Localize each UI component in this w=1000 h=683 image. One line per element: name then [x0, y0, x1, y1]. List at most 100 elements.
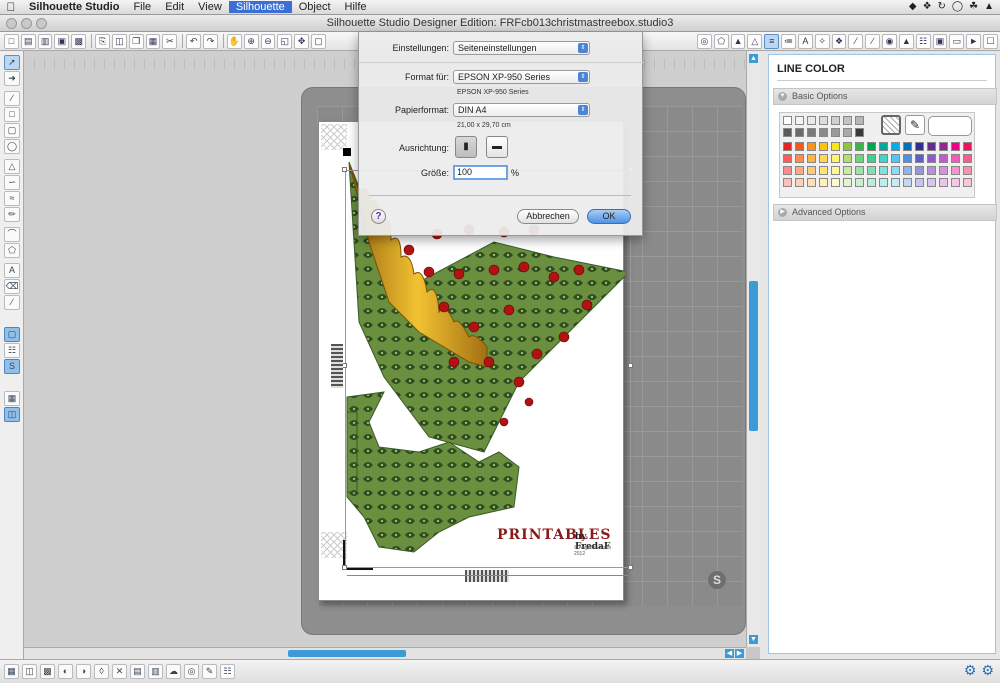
color-swatch[interactable]	[951, 178, 960, 187]
color-swatch[interactable]	[927, 166, 936, 175]
eyedropper-icon[interactable]: ✎	[905, 115, 925, 135]
color-swatch[interactable]	[855, 128, 864, 137]
zoom-window-button[interactable]	[36, 18, 47, 29]
zoom-out-icon[interactable]: ⊖	[260, 33, 276, 49]
color-swatch[interactable]	[903, 154, 912, 163]
color-swatch[interactable]	[819, 142, 828, 151]
copy-icon[interactable]: ❐	[128, 33, 144, 49]
help-button[interactable]: ?	[371, 209, 386, 224]
scroll-right-icon[interactable]: ▶	[735, 649, 744, 658]
eraser-icon[interactable]: ☐	[983, 33, 998, 49]
color-swatch[interactable]	[879, 166, 888, 175]
color-swatch[interactable]	[783, 116, 792, 125]
color-swatch[interactable]	[855, 142, 864, 151]
ungroup-icon[interactable]: ▩	[40, 664, 55, 679]
color-swatch[interactable]	[891, 142, 900, 151]
color-swatch[interactable]	[783, 154, 792, 163]
cut-icon[interactable]: ✂	[162, 33, 178, 49]
color-swatch[interactable]	[819, 178, 828, 187]
fill-gradient-icon[interactable]: △	[747, 33, 763, 49]
zoom-in-icon[interactable]: ⊕	[243, 33, 259, 49]
color-swatch[interactable]	[963, 142, 972, 151]
color-swatch[interactable]	[783, 128, 792, 137]
color-swatch[interactable]	[939, 178, 948, 187]
apple-icon[interactable]: 	[0, 0, 22, 14]
color-swatch[interactable]	[807, 178, 816, 187]
rounded-rectangle-tool-icon[interactable]: ▢	[4, 123, 20, 138]
color-swatch[interactable]	[915, 166, 924, 175]
paste-icon[interactable]: ▦	[145, 33, 161, 49]
color-swatch[interactable]	[915, 178, 924, 187]
library-panel-icon[interactable]: ☷	[4, 343, 20, 358]
polygon-tool-icon[interactable]: △	[4, 159, 20, 174]
show-cut-settings-icon[interactable]: ▦	[4, 391, 20, 406]
color-swatch[interactable]	[831, 166, 840, 175]
resize-handle[interactable]	[342, 167, 347, 172]
color-swatch[interactable]	[795, 116, 804, 125]
print-icon[interactable]: ⎘	[95, 33, 110, 49]
color-swatch[interactable]	[939, 166, 948, 175]
color-swatch[interactable]	[819, 128, 828, 137]
menu-view[interactable]: View	[191, 1, 229, 13]
color-swatch[interactable]	[783, 166, 792, 175]
color-swatch[interactable]	[819, 154, 828, 163]
color-swatch[interactable]	[819, 116, 828, 125]
rectangle-tool-icon[interactable]: □	[4, 107, 20, 122]
status-icon[interactable]: ◆	[909, 1, 917, 12]
cancel-button[interactable]: Abbrechen	[517, 209, 579, 224]
weld-icon[interactable]: ◊	[94, 664, 109, 679]
color-swatch[interactable]	[855, 166, 864, 175]
paper-size-select[interactable]: DIN A4 ⇕	[453, 103, 590, 117]
color-swatch[interactable]	[951, 154, 960, 163]
scale-input[interactable]: 100	[453, 165, 508, 180]
compound-path-icon[interactable]: ◐	[58, 664, 73, 679]
color-swatch[interactable]	[807, 166, 816, 175]
color-swatch[interactable]	[795, 178, 804, 187]
open-recent-icon[interactable]: ▥	[37, 33, 53, 49]
color-swatch[interactable]	[807, 116, 816, 125]
minimize-window-button[interactable]	[21, 18, 32, 29]
color-swatch[interactable]	[843, 178, 852, 187]
ok-button[interactable]: OK	[587, 209, 631, 224]
scroll-up-icon[interactable]: ▲	[749, 54, 758, 63]
clock-icon[interactable]: ◯	[952, 1, 963, 12]
resize-handle[interactable]	[342, 565, 347, 570]
color-swatch[interactable]	[867, 166, 876, 175]
color-swatch[interactable]	[783, 142, 792, 151]
color-swatch[interactable]	[795, 142, 804, 151]
color-swatch[interactable]	[831, 116, 840, 125]
color-swatch[interactable]	[939, 142, 948, 151]
menu-edit[interactable]: Edit	[158, 1, 191, 13]
dropbox-icon[interactable]: ❖	[923, 1, 932, 12]
basic-options-header[interactable]: ▼ Basic Options	[773, 88, 997, 105]
knife-tool-icon[interactable]: ⁄	[4, 295, 20, 310]
pen-tool-icon[interactable]: ✏	[4, 207, 20, 222]
registration-icon[interactable]: ▣	[932, 33, 948, 49]
close-window-button[interactable]	[6, 18, 17, 29]
send-to-silhouette-icon[interactable]: ►	[966, 33, 982, 49]
color-swatch[interactable]	[927, 142, 936, 151]
color-swatch[interactable]	[951, 142, 960, 151]
arc-tool-icon[interactable]: ⌒	[4, 227, 20, 242]
undo-icon[interactable]: ↶	[186, 33, 202, 49]
redo-icon[interactable]: ↷	[203, 33, 218, 49]
transform-icon[interactable]: ✧	[814, 33, 830, 49]
color-swatch[interactable]	[843, 154, 852, 163]
horizontal-scroll-thumb[interactable]	[288, 650, 406, 657]
color-swatch[interactable]	[783, 178, 792, 187]
pan-hand-icon[interactable]: ✋	[226, 33, 242, 49]
color-swatch[interactable]	[879, 178, 888, 187]
color-swatch[interactable]	[903, 142, 912, 151]
trace-icon[interactable]: ∕	[865, 33, 881, 49]
format-for-select[interactable]: EPSON XP-950 Series ⇕	[453, 70, 590, 84]
print-cut-icon[interactable]: ◫	[111, 33, 127, 49]
online-store-icon[interactable]: S	[4, 359, 20, 374]
send-backward-icon[interactable]: ▥	[148, 664, 163, 679]
landscape-orientation-button[interactable]: ▬	[486, 136, 508, 158]
color-swatch[interactable]	[807, 142, 816, 151]
modify-icon[interactable]: ▲	[898, 33, 914, 49]
page-setup-icon[interactable]: ▭	[949, 33, 965, 49]
color-swatch[interactable]	[855, 116, 864, 125]
library-icon[interactable]: ☷	[915, 33, 931, 49]
brush-icon[interactable]: ✎	[202, 664, 217, 679]
